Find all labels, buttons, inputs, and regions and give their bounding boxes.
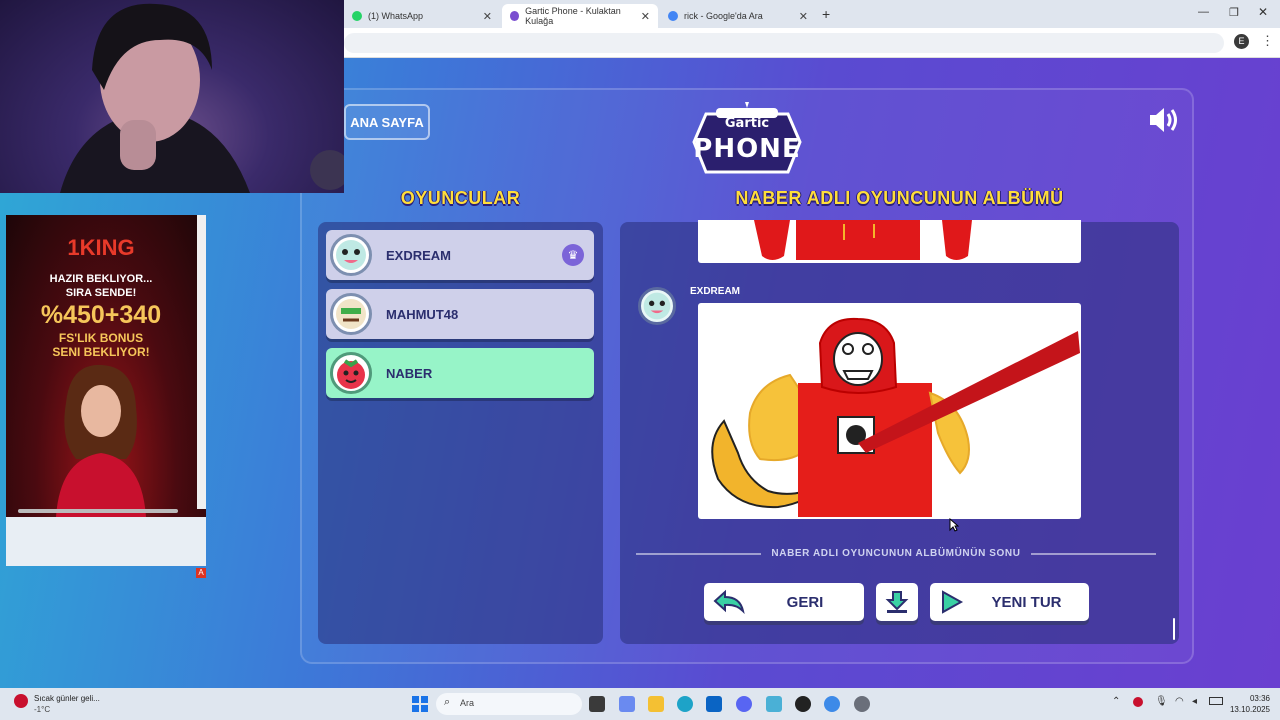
album-scrollbar[interactable] [1173,618,1175,640]
new-round-button[interactable]: YENI TUR [930,583,1089,621]
taskbar [0,688,1280,720]
logo-main-text: PHONE [693,134,801,164]
player-item-exdream[interactable]: EXDREAM ♛ [326,230,594,280]
gartic-phone-logo: Gartic PHONE [686,102,808,178]
close-icon[interactable]: ✕ [483,10,492,23]
back-button[interactable]: GERI [704,583,864,621]
author-avatar [638,287,676,325]
back-button-label: GERI [786,593,824,611]
player-drawing [698,303,1081,519]
divider [636,553,761,555]
chrome-icon[interactable] [824,696,840,712]
app-icon[interactable] [766,696,782,712]
play-icon [942,590,964,614]
search-placeholder: Ara [460,698,475,708]
clock-date: 13.10.2025 [1229,705,1270,714]
settings-icon[interactable] [854,696,870,712]
players-heading: OYUNCULAR [400,188,521,208]
player-name: MAHMUT48 [386,306,459,322]
player-item-mahmut48[interactable]: MAHMUT48 [326,289,594,339]
tab-google[interactable]: rick - Google'da Ara ✕ [660,4,816,28]
ad-line3: FS'LIK BONUS [58,331,144,345]
crown-icon: ♛ [562,244,584,266]
avatar [330,352,372,394]
minimize-button[interactable]: — [1198,6,1209,18]
previous-drawing [698,220,1081,263]
ad-model-image [56,364,146,517]
ad-line1: HAZIR BEKLIYOR... [49,273,153,285]
tray-app-icon[interactable] [1133,697,1143,707]
copilot-icon[interactable] [619,696,635,712]
player-name: EXDREAM [386,247,452,263]
restore-button[interactable]: ❐ [1229,6,1239,19]
speaker-icon[interactable] [1146,104,1182,136]
avatar [330,234,372,276]
new-tab-button[interactable]: + [822,6,830,22]
whatsapp-icon [352,11,362,21]
tab-gartic[interactable]: Gartic Phone - Kulaktan Kulağa ✕ [502,4,658,28]
taskbar-search[interactable]: ⌕ Ara [436,693,582,715]
clock-time[interactable]: 03:36 [1230,694,1270,703]
windows-start-icon[interactable] [412,696,428,712]
edge-icon[interactable] [677,696,693,712]
download-button[interactable] [876,583,918,621]
ad-horizontal-scrollbar[interactable] [18,509,178,513]
album-end-label: NABER ADLI OYUNCUNUN ALBÜMÜNÜN SONU [771,548,1021,559]
close-icon[interactable]: ✕ [641,10,650,23]
divider [1031,553,1156,555]
players-panel [318,222,603,644]
close-window-button[interactable]: ✕ [1258,5,1268,19]
gartic-icon [510,11,520,21]
ad-choice-icon[interactable]: A [196,568,206,578]
weather-temp: -1°C [34,705,51,714]
album-heading: NABER ADLI OYUNCUNUN ALBÜMÜ [735,188,1064,208]
download-icon [885,591,909,613]
weather-icon[interactable] [14,694,28,708]
tab-label: rick - Google'da Ara [684,11,763,21]
avatar [330,293,372,335]
volume-icon[interactable]: ◂ [1192,696,1197,707]
chevron-up-icon[interactable]: ⌃ [1112,696,1120,707]
logo-top-text: Gartic [724,116,770,131]
entry-author-name: EXDREAM [690,286,741,297]
ad-offer: %450+340 [40,301,162,329]
google-icon [668,11,678,21]
ad-line2: SIRA SENDE! [65,287,137,299]
mouse-cursor-icon [949,518,959,532]
player-item-naber[interactable]: NABER [326,348,594,398]
ad-line4: SENI BEKLIYOR! [52,345,150,359]
ad-brand: 1KING [67,235,135,260]
ad-footer [6,509,206,566]
task-view-icon[interactable] [589,696,605,712]
back-arrow-icon [713,589,745,615]
omnibox-input[interactable] [344,33,1224,53]
home-button[interactable]: ANA SAYFA [344,104,430,140]
battery-icon[interactable] [1209,697,1223,705]
microphone-icon[interactable]: 🎙 [1155,696,1168,707]
player-name: NABER [386,365,433,381]
tab-whatsapp[interactable]: (1) WhatsApp ✕ [344,4,500,28]
tab-label: Gartic Phone - Kulaktan Kulağa [525,6,621,26]
obs-icon[interactable] [795,696,811,712]
ad-banner[interactable]: 1KING HAZIR BEKLIYOR... SIRA SENDE! %450… [6,215,206,517]
menu-icon[interactable]: ⋮ [1261,33,1274,49]
search-icon: ⌕ [444,696,451,708]
profile-avatar[interactable]: E [1234,34,1249,49]
webcam-overlay [0,0,350,193]
discord-icon[interactable] [736,696,752,712]
weather-title[interactable]: Sıcak günler geli... [34,694,100,703]
file-explorer-icon[interactable] [648,696,664,712]
new-round-button-label: YENI TUR [991,593,1062,611]
tab-label: (1) WhatsApp [368,11,424,21]
ad-scrollbar[interactable] [197,215,206,509]
wifi-icon[interactable]: ◠ [1175,696,1184,707]
close-icon[interactable]: ✕ [799,10,808,23]
outlook-icon[interactable] [706,696,722,712]
